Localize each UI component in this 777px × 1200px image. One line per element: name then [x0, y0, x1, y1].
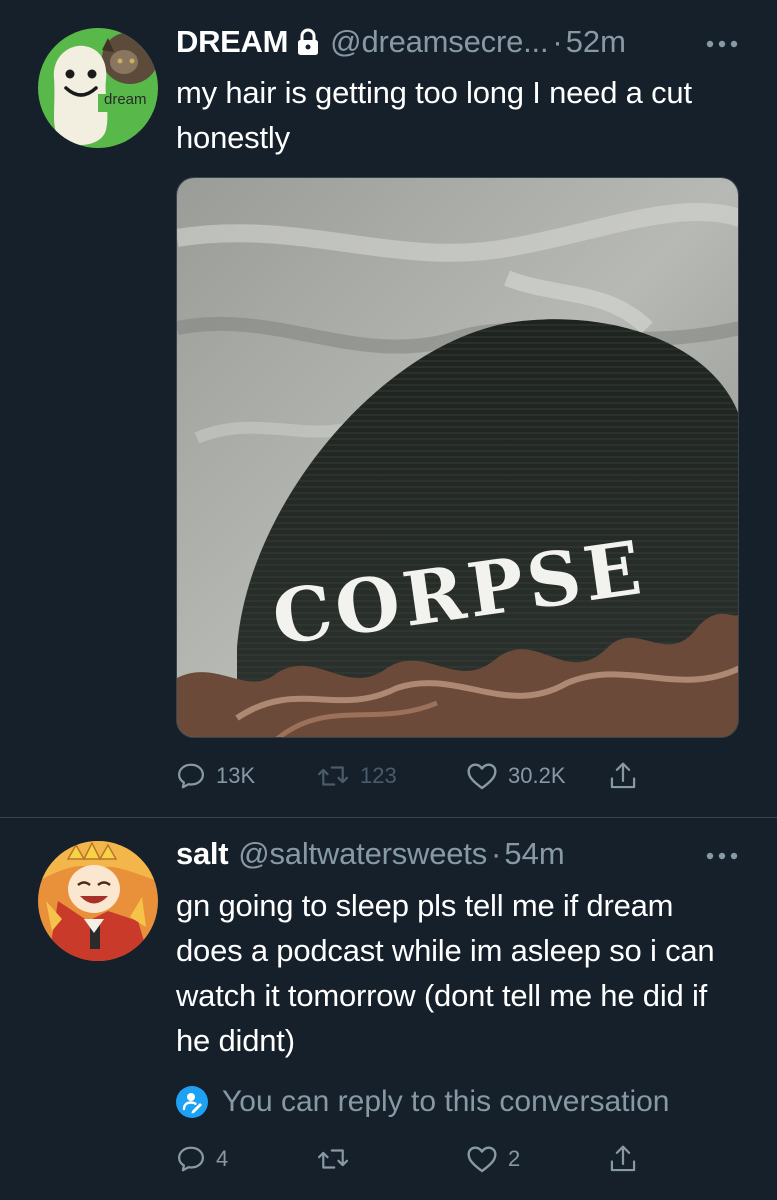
- share-button[interactable]: [608, 1141, 638, 1177]
- reply-button[interactable]: 13K: [176, 758, 255, 794]
- like-count: 30.2K: [508, 763, 566, 788]
- tweet-text: gn going to sleep pls tell me if dream d…: [176, 888, 715, 1058]
- reply-permission-text: You can reply to this conversation: [222, 1085, 670, 1118]
- tweet-header: DREAM @dreamsecre... · 52m: [176, 24, 626, 60]
- reply-permission-icon: [176, 1086, 208, 1118]
- like-icon: [466, 761, 498, 791]
- reply-permission-notice: You can reply to this conversation: [176, 1084, 670, 1120]
- avatar-label: dream: [104, 91, 147, 108]
- tweet-text: my hair is getting too long I need a cut…: [176, 75, 692, 155]
- share-icon: [608, 760, 638, 792]
- tweet-actions: 13K 123 30.2K: [176, 758, 716, 794]
- tweet-header: salt @saltwatersweets · 54m: [176, 836, 565, 872]
- reply-button[interactable]: 4: [176, 1141, 228, 1177]
- reply-icon: [176, 761, 206, 791]
- retweet-button[interactable]: 123: [316, 758, 397, 794]
- retweet-icon: [316, 1144, 350, 1174]
- share-button[interactable]: [608, 758, 638, 794]
- reply-icon: [176, 1144, 206, 1174]
- share-icon: [608, 1143, 638, 1175]
- separator: ·: [552, 24, 563, 59]
- reply-count: 4: [216, 1146, 229, 1171]
- retweet-button[interactable]: [316, 1141, 350, 1177]
- like-icon: [466, 1144, 498, 1174]
- lock-icon: [296, 28, 320, 56]
- display-name[interactable]: DREAM: [176, 24, 288, 60]
- display-name[interactable]: salt: [176, 836, 229, 872]
- tweet-dream[interactable]: dream DREAM @dreamsecre... · 52m my hair…: [0, 0, 777, 817]
- timestamp[interactable]: 52m: [566, 24, 626, 60]
- timestamp[interactable]: 54m: [504, 836, 564, 872]
- tweet-salt[interactable]: salt @saltwatersweets · 54m gn going to …: [0, 818, 777, 1200]
- tweet-actions: 4 2: [176, 1141, 716, 1177]
- separator: ·: [491, 836, 502, 871]
- like-button[interactable]: 30.2K: [466, 758, 566, 794]
- handle[interactable]: @dreamsecre...: [330, 24, 548, 60]
- like-count: 2: [508, 1146, 521, 1171]
- like-button[interactable]: 2: [466, 1141, 520, 1177]
- avatar-salt[interactable]: [38, 841, 158, 961]
- handle[interactable]: @saltwatersweets: [238, 836, 487, 872]
- retweet-icon: [316, 761, 350, 791]
- avatar-dream[interactable]: dream: [38, 28, 158, 148]
- more-icon[interactable]: [705, 36, 739, 48]
- reply-count: 13K: [216, 763, 256, 788]
- retweet-count: 123: [360, 763, 397, 788]
- more-icon[interactable]: [705, 848, 739, 860]
- tweet-photo[interactable]: CORPSE: [176, 177, 739, 738]
